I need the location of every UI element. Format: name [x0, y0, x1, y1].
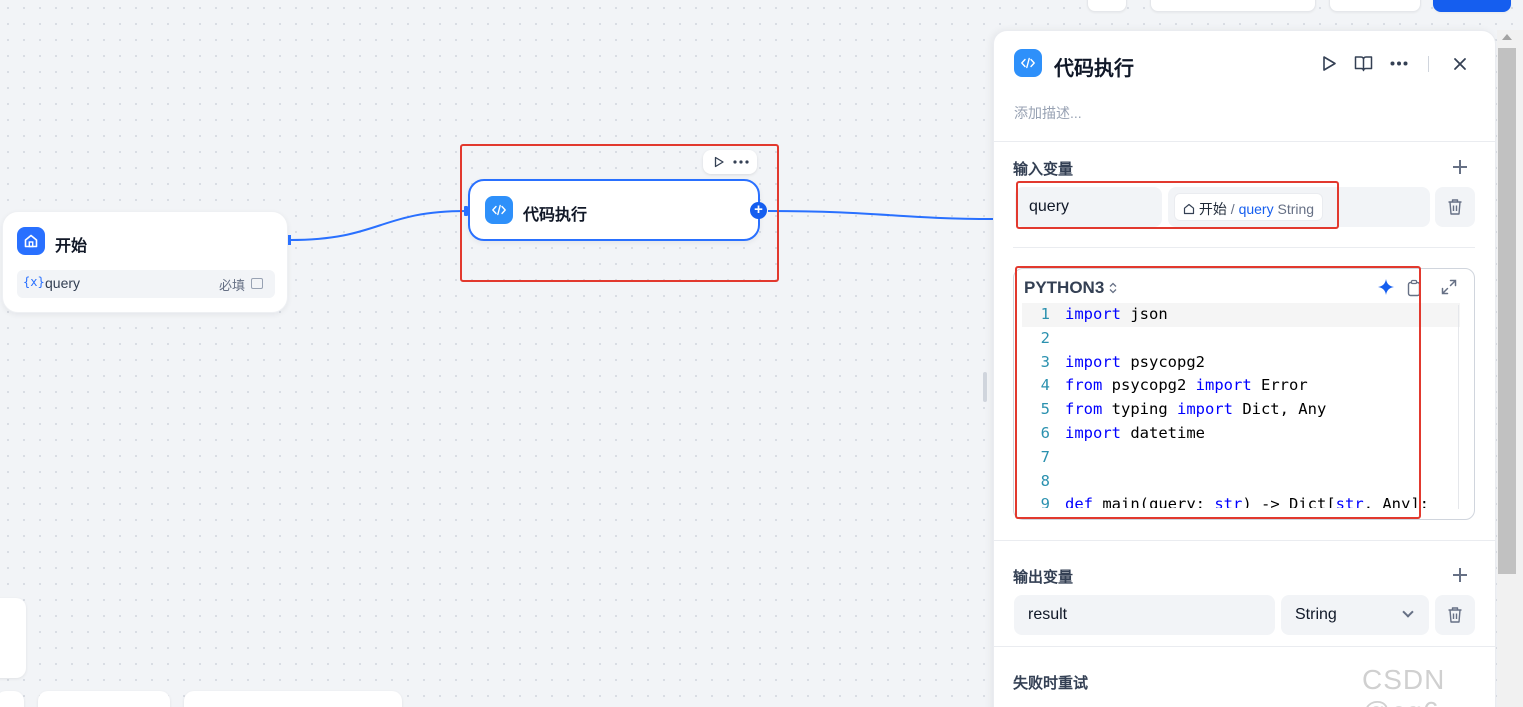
panel-resize-handle[interactable]	[983, 372, 987, 402]
run-node-icon[interactable]	[713, 156, 725, 168]
editor-ruler	[1458, 305, 1459, 509]
expand-icon[interactable]	[1441, 279, 1457, 295]
ai-sparkle-icon[interactable]	[1377, 278, 1395, 296]
code-line[interactable]: 1 import json	[1022, 303, 1460, 327]
variable-icon: {x}	[23, 275, 45, 289]
source-node-name: 开始	[1198, 201, 1227, 217]
add-next-node-button[interactable]: +	[750, 202, 767, 219]
watermark: CSDN @cg6	[1362, 664, 1446, 707]
code-line[interactable]: 8	[1022, 470, 1460, 494]
line-number: 4	[1040, 376, 1050, 395]
line-number: 7	[1040, 447, 1050, 466]
minimap[interactable]	[0, 598, 26, 678]
code-text: from typing import Dict, Any	[1065, 400, 1327, 419]
output-var-name-field[interactable]: result	[1014, 595, 1275, 635]
toolbar-button-group[interactable]	[1150, 0, 1316, 12]
toolbar-button-3[interactable]	[1329, 0, 1421, 12]
more-icon[interactable]	[1390, 61, 1408, 66]
code-exec-node[interactable]: 代码执行	[468, 179, 760, 241]
trash-icon	[1448, 199, 1462, 215]
start-node-title: 开始	[55, 238, 88, 255]
line-number: 8	[1040, 471, 1050, 490]
zoom-controls[interactable]	[38, 691, 170, 707]
code-text: def main(query: str) -> Dict[str, Any]:	[1065, 495, 1429, 508]
divider	[994, 540, 1496, 541]
code-text: import psycopg2	[1065, 352, 1205, 371]
code-node-input-handle[interactable]	[464, 206, 468, 216]
toolbar-button-1[interactable]	[1087, 0, 1127, 12]
line-number: 6	[1040, 423, 1050, 442]
page-scrollbar[interactable]	[1497, 30, 1523, 707]
scroll-up-arrow[interactable]	[1502, 34, 1512, 40]
add-output-var-icon[interactable]	[1453, 568, 1467, 582]
start-node-output-handle[interactable]	[288, 235, 291, 245]
add-input-var-icon[interactable]	[1453, 160, 1467, 174]
close-icon[interactable]	[1453, 57, 1467, 71]
bottom-left-control[interactable]	[0, 691, 24, 707]
code-line[interactable]: 4 from psycopg2 import Error	[1022, 374, 1460, 398]
home-icon	[1183, 203, 1195, 215]
divider	[994, 646, 1496, 647]
code-text: from psycopg2 import Error	[1065, 376, 1308, 395]
code-text: import json	[1065, 305, 1168, 323]
panel-title[interactable]: 代码执行	[1054, 52, 1134, 81]
line-number: 1	[1040, 305, 1050, 323]
line-number: 2	[1040, 328, 1050, 347]
publish-button[interactable]	[1433, 0, 1511, 12]
code-text: import datetime	[1065, 423, 1205, 442]
scrollbar-thumb[interactable]	[1498, 48, 1516, 574]
output-vars-title: 输出变量	[1013, 569, 1074, 586]
required-label: 必填	[218, 278, 245, 293]
start-variable-row[interactable]: {x} query 必填	[17, 270, 275, 298]
code-line[interactable]: 9 def main(query: str) -> Dict[str, Any]:	[1022, 493, 1460, 508]
description-input[interactable]: 添加描述...	[1014, 103, 1082, 123]
header-divider	[1428, 56, 1429, 72]
output-var-type: String	[1295, 606, 1337, 623]
language-selector[interactable]: PYTHON3	[1024, 278, 1117, 298]
code-line[interactable]: 7	[1022, 446, 1460, 470]
book-icon[interactable]	[1354, 55, 1373, 72]
input-var-name-field[interactable]: query	[1015, 187, 1162, 227]
path-separator: /	[1230, 201, 1235, 217]
code-node-title: 代码执行	[523, 207, 588, 224]
copy-icon[interactable]	[1407, 279, 1421, 297]
source-var-name: query	[1238, 201, 1274, 217]
code-node-actions	[703, 150, 757, 174]
code-line[interactable]: 6 import datetime	[1022, 422, 1460, 446]
divider	[1013, 247, 1475, 248]
line-number: 3	[1040, 352, 1050, 371]
code-line[interactable]: 2	[1022, 327, 1460, 351]
language-label: PYTHON3	[1024, 278, 1105, 297]
delete-input-var-button[interactable]	[1435, 187, 1475, 227]
text-input-icon	[251, 278, 263, 289]
delete-output-var-button[interactable]	[1435, 595, 1475, 635]
start-node[interactable]: 开始 {x} query 必填	[2, 211, 288, 313]
code-icon	[485, 196, 513, 224]
start-variable-name: query	[45, 275, 81, 291]
more-icon[interactable]	[733, 160, 749, 164]
retry-section-title: 失败时重试	[1013, 675, 1089, 692]
trash-icon	[1448, 607, 1462, 623]
code-icon	[1014, 49, 1042, 77]
canvas-tools[interactable]	[184, 691, 402, 707]
sort-caret-icon	[1109, 282, 1117, 294]
line-number: 5	[1040, 400, 1050, 419]
edge-start-to-code	[289, 210, 467, 241]
line-number: 9	[1040, 495, 1050, 508]
divider	[994, 141, 1496, 142]
code-line[interactable]: 5 from typing import Dict, Any	[1022, 398, 1460, 422]
code-content[interactable]: 1 import json 2 3 import psycopg2 4 from psyco…	[1022, 303, 1460, 508]
input-vars-title: 输入变量	[1013, 161, 1074, 178]
run-icon[interactable]	[1321, 55, 1337, 72]
code-line[interactable]: 3 import psycopg2	[1022, 351, 1460, 375]
edge-code-to-next	[767, 210, 995, 220]
variable-reference-tag[interactable]: 开始 / query String	[1174, 193, 1324, 221]
source-var-type: String	[1277, 201, 1315, 217]
home-icon	[17, 227, 45, 255]
